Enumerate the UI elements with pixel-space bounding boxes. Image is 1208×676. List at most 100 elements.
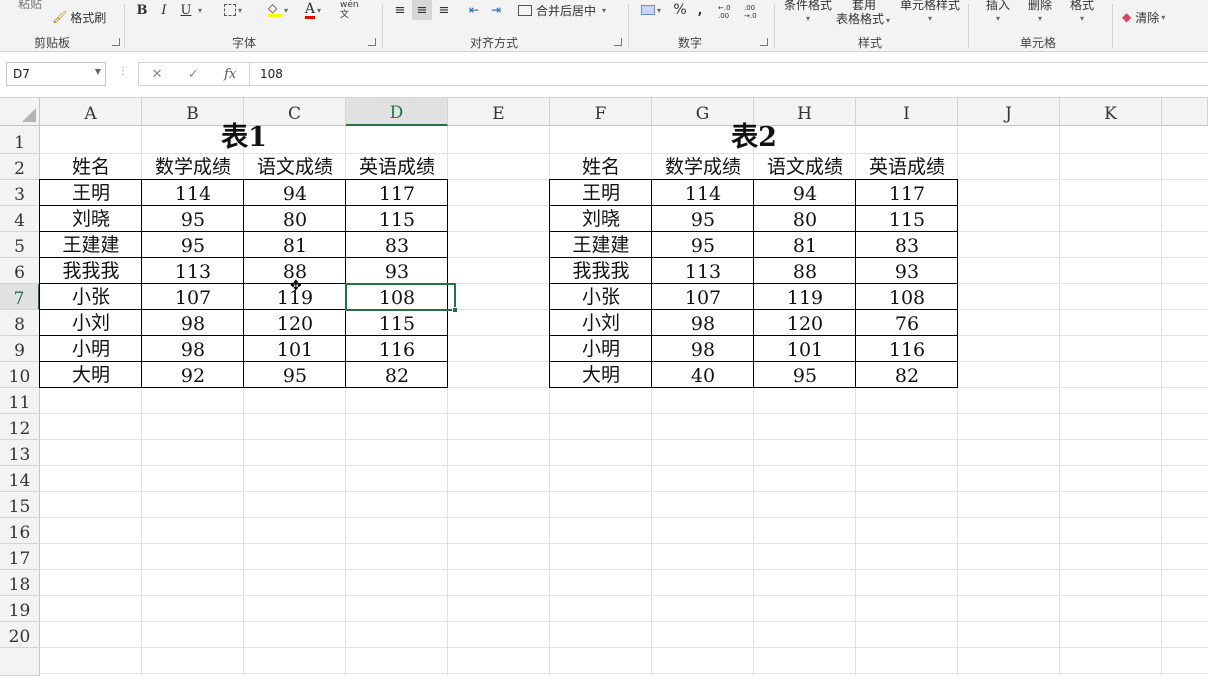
table1-data-cell[interactable]: 101 — [244, 336, 346, 362]
worksheet-grid[interactable]: ABCDEFGHIJK 1 2 3 4 5 6 7 8 9 10 11 12 13 14 15 16 17 18 1… — [0, 98, 1208, 676]
column-header-d[interactable]: D — [346, 98, 448, 126]
formula-bar-grip-icon[interactable]: ⋮ — [118, 66, 128, 77]
italic-button[interactable]: I — [156, 0, 172, 20]
table1-data-cell[interactable]: 114 — [142, 180, 244, 206]
format-button[interactable]: 格式 — [1070, 0, 1094, 12]
cancel-icon[interactable]: ✕ — [152, 67, 163, 82]
table1-data-cell[interactable]: 82 — [346, 362, 448, 388]
table2-data-cell[interactable]: 95 — [652, 206, 754, 232]
formula-input[interactable]: 108 — [250, 62, 1208, 86]
table2-data-cell[interactable]: 83 — [856, 232, 958, 258]
table1-data-cell[interactable]: 116 — [346, 336, 448, 362]
table2-data-cell[interactable]: 王建建 — [550, 232, 652, 258]
cell-styles-button[interactable]: 单元格样式 — [900, 0, 960, 12]
row-header-8[interactable]: 8 — [0, 310, 40, 336]
table1-data-cell[interactable]: 80 — [244, 206, 346, 232]
table2-data-cell[interactable]: 117 — [856, 180, 958, 206]
table2-data-cell[interactable]: 88 — [754, 258, 856, 284]
table1-data-cell[interactable]: 120 — [244, 310, 346, 336]
table2-data-cell[interactable]: 113 — [652, 258, 754, 284]
row-header-14[interactable]: 14 — [0, 466, 40, 492]
format-dropdown-icon[interactable]: ▾ — [1080, 12, 1084, 26]
row-header-2[interactable]: 2 — [0, 154, 40, 180]
table1-header-cell[interactable]: 英语成绩 — [346, 154, 448, 180]
table1-data-cell[interactable]: 115 — [346, 310, 448, 336]
number-launcher-icon[interactable] — [760, 38, 768, 46]
table2-data-cell[interactable]: 101 — [754, 336, 856, 362]
column-header-a[interactable]: A — [40, 98, 142, 126]
row-header-11[interactable]: 11 — [0, 388, 40, 414]
table2-data-cell[interactable]: 王明 — [550, 180, 652, 206]
table2-data-cell[interactable]: 刘晓 — [550, 206, 652, 232]
row-header-16[interactable]: 16 — [0, 518, 40, 544]
underline-button[interactable]: U — [178, 0, 194, 20]
table1-data-cell[interactable]: 81 — [244, 232, 346, 258]
delete-dropdown-icon[interactable]: ▾ — [1038, 12, 1042, 26]
clipboard-launcher-icon[interactable] — [112, 38, 120, 46]
column-header-j[interactable]: J — [958, 98, 1060, 126]
table2-data-cell[interactable]: 98 — [652, 336, 754, 362]
table2-data-cell[interactable]: 80 — [754, 206, 856, 232]
table1-data-cell[interactable]: 小刘 — [40, 310, 142, 336]
table1-header-cell[interactable]: 姓名 — [40, 154, 142, 180]
table2-data-cell[interactable]: 81 — [754, 232, 856, 258]
name-box-dropdown-icon[interactable]: ▼ — [95, 67, 101, 76]
insert-function-icon[interactable]: fx — [224, 67, 236, 82]
accounting-format-button[interactable]: ▾ — [636, 0, 666, 20]
row-header-17[interactable]: 17 — [0, 544, 40, 570]
table1-data-cell[interactable]: 83 — [346, 232, 448, 258]
table2-data-cell[interactable]: 107 — [652, 284, 754, 310]
paste-button[interactable]: 粘贴 — [18, 0, 42, 11]
fill-handle[interactable] — [452, 307, 458, 313]
bold-button[interactable]: B — [134, 0, 150, 20]
table2-data-cell[interactable]: 119 — [754, 284, 856, 310]
increase-decimal-button[interactable]: ←.0 .00 — [718, 2, 742, 22]
table1-data-cell[interactable]: 92 — [142, 362, 244, 388]
table1-data-cell[interactable]: 98 — [142, 310, 244, 336]
table2-data-cell[interactable]: 小明 — [550, 336, 652, 362]
table2-data-cell[interactable]: 93 — [856, 258, 958, 284]
row-header-10[interactable]: 10 — [0, 362, 40, 388]
align-right-button[interactable]: ≡ — [434, 0, 454, 20]
insert-dropdown-icon[interactable]: ▾ — [996, 12, 1000, 26]
column-header-i[interactable]: I — [856, 98, 958, 126]
increase-indent-button[interactable]: ⇥ — [486, 0, 506, 20]
table2-header-cell[interactable]: 数学成绩 — [652, 154, 754, 180]
select-all-button[interactable] — [0, 98, 40, 126]
table1-data-cell[interactable]: 小明 — [40, 336, 142, 362]
table1-data-cell[interactable]: 113 — [142, 258, 244, 284]
table1-data-cell[interactable]: 88 — [244, 258, 346, 284]
table2-header-cell[interactable]: 姓名 — [550, 154, 652, 180]
row-header-7[interactable]: 7 — [0, 284, 40, 310]
table2-data-cell[interactable]: 116 — [856, 336, 958, 362]
table1-data-cell[interactable]: 小张 — [40, 284, 142, 310]
row-header-6[interactable]: 6 — [0, 258, 40, 284]
align-center-button[interactable]: ≡ — [412, 0, 432, 20]
underline-dropdown-icon[interactable]: ▾ — [198, 4, 202, 18]
table2-data-cell[interactable]: 小刘 — [550, 310, 652, 336]
conditional-format-button[interactable]: 条件格式 — [784, 0, 832, 12]
table1-data-cell[interactable]: 刘晓 — [40, 206, 142, 232]
font-color-button[interactable]: A ▾ — [298, 0, 328, 20]
insert-button[interactable]: 插入 — [986, 0, 1010, 12]
cell-styles-dropdown-icon[interactable]: ▾ — [928, 12, 932, 26]
table2-data-cell[interactable]: 95 — [754, 362, 856, 388]
row-header-1[interactable]: 1 — [0, 126, 40, 154]
enter-icon[interactable]: ✓ — [188, 67, 199, 82]
table2-title[interactable]: 表2 — [550, 122, 958, 154]
decrease-decimal-button[interactable]: .00 →.0 — [744, 2, 768, 22]
align-left-button[interactable]: ≡ — [390, 0, 410, 20]
table1-data-cell[interactable]: 大明 — [40, 362, 142, 388]
table1-data-cell[interactable]: 98 — [142, 336, 244, 362]
table-format-button[interactable]: 表格格式 ▾ — [836, 12, 890, 28]
table2-data-cell[interactable]: 115 — [856, 206, 958, 232]
row-header-13[interactable]: 13 — [0, 440, 40, 466]
row-header-5[interactable]: 5 — [0, 232, 40, 258]
row-header-4[interactable]: 4 — [0, 206, 40, 232]
table2-data-cell[interactable]: 小张 — [550, 284, 652, 310]
row-header-20[interactable]: 20 — [0, 622, 40, 648]
decrease-indent-button[interactable]: ⇤ — [464, 0, 484, 20]
table1-data-cell[interactable]: 107 — [142, 284, 244, 310]
table2-data-cell[interactable]: 114 — [652, 180, 754, 206]
table2-data-cell[interactable]: 大明 — [550, 362, 652, 388]
